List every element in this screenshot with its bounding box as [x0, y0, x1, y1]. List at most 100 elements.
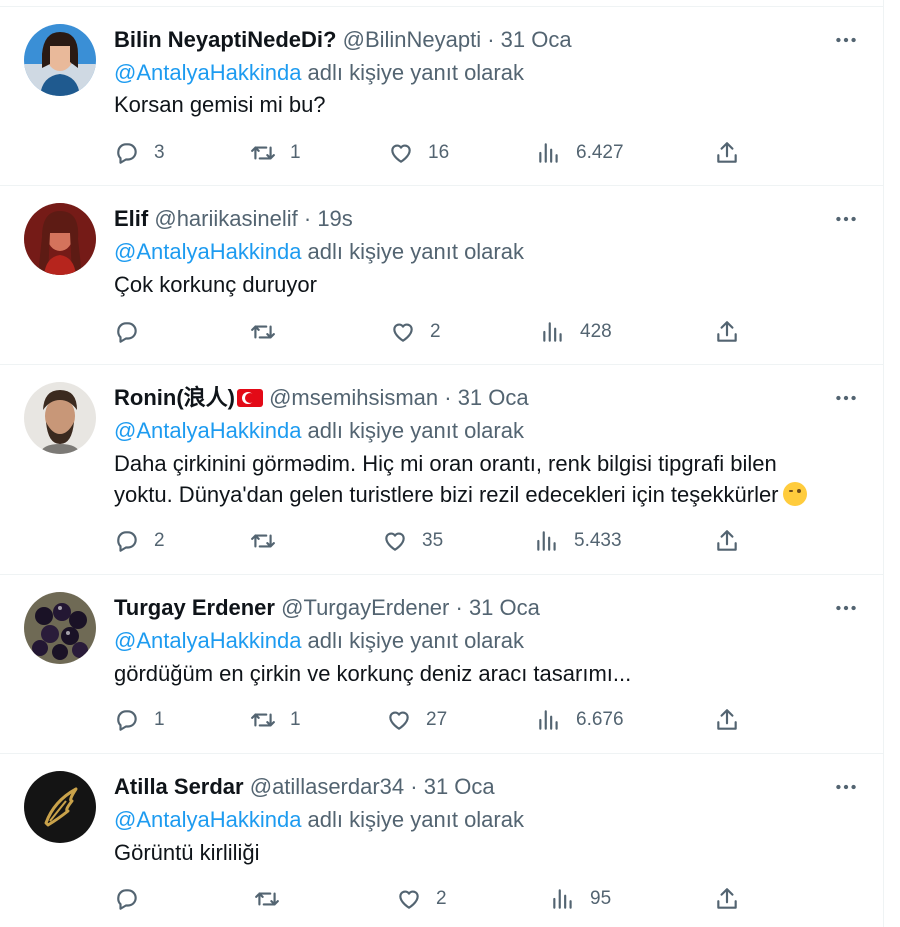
like-icon [393, 323, 413, 342]
author-handle[interactable]: @atillaserdar34 [250, 774, 404, 799]
retweet-icon [255, 892, 279, 906]
mention-link[interactable]: @AntalyaHakkinda [114, 807, 301, 832]
reply-button[interactable]: 3 [114, 138, 165, 168]
reply-context-label: adlı kişiye yanıt olarak [301, 418, 524, 443]
reply-button[interactable]: 1 [114, 705, 165, 735]
author-handle[interactable]: @hariikasinelif [154, 206, 297, 231]
author-name[interactable]: Bilin NeyaptiNedeDi? [114, 27, 336, 52]
mention-link[interactable]: @AntalyaHakkinda [114, 60, 301, 85]
retweet-button[interactable]: 1 [250, 705, 301, 735]
tweet-text: gördüğüm en çirkin ve korkunç deniz arac… [114, 658, 823, 689]
retweet-button[interactable] [250, 526, 290, 556]
avatar[interactable] [24, 24, 96, 96]
tweet-header: Elif @hariikasinelif · 19s [114, 204, 813, 234]
like-count: 35 [422, 530, 444, 551]
author-handle[interactable]: @BilinNeyapti [343, 27, 482, 52]
like-icon [399, 890, 419, 909]
avatar[interactable] [24, 592, 96, 664]
views-button[interactable]: 428 [540, 317, 612, 347]
author-handle[interactable]: @msemihsisman [269, 385, 438, 410]
author-name[interactable]: Elif [114, 206, 148, 231]
tweet[interactable]: Bilin NeyaptiNedeDi? @BilinNeyapti · 31 … [0, 7, 883, 186]
share-icon [717, 888, 737, 909]
reply-button[interactable] [114, 884, 154, 914]
share-icon [717, 321, 737, 342]
avatar[interactable] [24, 203, 96, 275]
author-handle[interactable]: @TurgayErdener [281, 595, 449, 620]
author-name[interactable]: Atilla Serdar [114, 774, 244, 799]
like-button[interactable]: 2 [396, 884, 447, 914]
mention-link[interactable]: @AntalyaHakkinda [114, 628, 301, 653]
timestamp[interactable]: 31 Oca [501, 27, 572, 52]
mention-link[interactable]: @AntalyaHakkinda [114, 418, 301, 443]
like-icon [389, 711, 409, 730]
more-icon[interactable] [833, 774, 859, 800]
tweet-text-line: yoktu. Dünya'dan gelen turistlere bizi r… [114, 479, 823, 510]
views-button[interactable]: 6.427 [536, 138, 624, 168]
tweet[interactable]: Turgay Erdener @TurgayErdener · 31 Oca @… [0, 575, 883, 754]
retweet-icon [251, 146, 275, 160]
share-button[interactable] [714, 705, 740, 735]
reply-count: 3 [154, 142, 165, 163]
retweet-button[interactable]: 1 [250, 138, 301, 168]
more-icon[interactable] [833, 206, 859, 232]
share-button[interactable] [714, 884, 740, 914]
share-icon [717, 709, 737, 730]
share-button[interactable] [714, 317, 740, 347]
share-icon [717, 530, 737, 551]
like-button[interactable]: 35 [382, 526, 443, 556]
retweet-button[interactable] [254, 884, 294, 914]
action-bar: 2 35 5.433 [114, 526, 859, 556]
share-button[interactable] [714, 526, 740, 556]
views-button[interactable]: 5.433 [534, 526, 622, 556]
reply-context-label: adlı kişiye yanıt olarak [301, 807, 524, 832]
reply-button[interactable]: 2 [114, 526, 165, 556]
more-icon[interactable] [833, 595, 859, 621]
reply-context: @AntalyaHakkinda adlı kişiye yanıt olara… [114, 237, 524, 267]
tweet[interactable]: Atilla Serdar @atillaserdar34 · 31 Oca @… [0, 754, 883, 927]
like-count: 2 [436, 888, 447, 909]
retweet-button[interactable] [250, 317, 290, 347]
author-name[interactable]: Turgay Erdener [114, 595, 275, 620]
retweet-count: 1 [290, 142, 301, 163]
timestamp[interactable]: 31 Oca [458, 385, 529, 410]
views-button[interactable]: 6.676 [536, 705, 624, 735]
timestamp[interactable]: 31 Oca [469, 595, 540, 620]
timestamp[interactable]: 19s [317, 206, 352, 231]
tweet-text: Görüntü kirliliği [114, 837, 823, 868]
reply-timeline: Bilin NeyaptiNedeDi? @BilinNeyapti · 31 … [0, 0, 884, 927]
retweet-icon [251, 534, 275, 548]
reply-context: @AntalyaHakkinda adlı kişiye yanıt olara… [114, 626, 524, 656]
views-button[interactable]: 95 [550, 884, 611, 914]
reply-button[interactable] [114, 317, 154, 347]
separator-dot: · [449, 595, 469, 620]
tweet[interactable]: Ronin(浪人) @msemihsisman · 31 Oca @Antaly… [0, 365, 883, 575]
reply-context-label: adlı kişiye yanıt olarak [301, 628, 524, 653]
avatar[interactable] [24, 771, 96, 843]
timestamp[interactable]: 31 Oca [424, 774, 495, 799]
reply-context: @AntalyaHakkinda adlı kişiye yanıt olara… [114, 416, 524, 446]
like-button[interactable]: 2 [390, 317, 441, 347]
avatar[interactable] [24, 382, 96, 454]
turkey-flag-icon [236, 389, 263, 407]
retweet-icon [251, 713, 275, 727]
like-button[interactable]: 16 [388, 138, 449, 168]
more-icon[interactable] [833, 385, 859, 411]
tweet-text: Korsan gemisi mi bu? [114, 89, 823, 120]
views-icon [539, 143, 558, 163]
more-icon[interactable] [833, 27, 859, 53]
reply-count: 1 [154, 709, 165, 730]
view-count: 6.676 [576, 709, 624, 730]
tweet-header: Ronin(浪人) @msemihsisman · 31 Oca [114, 383, 813, 413]
tweet-text: Daha çirkinini görmədim. Hiç mi oran ora… [114, 448, 823, 510]
like-button[interactable]: 27 [386, 705, 447, 735]
reply-icon [117, 143, 137, 164]
separator-dot: · [297, 206, 318, 231]
reply-icon [117, 710, 137, 731]
tweet[interactable]: Elif @hariikasinelif · 19s @AntalyaHakki… [0, 186, 883, 365]
mention-link[interactable]: @AntalyaHakkinda [114, 239, 301, 264]
share-button[interactable] [714, 138, 740, 168]
tweet-text-line: Çok korkunç duruyor [114, 272, 317, 297]
tweet-header: Atilla Serdar @atillaserdar34 · 31 Oca [114, 772, 813, 802]
author-name[interactable]: Ronin(浪人) [114, 385, 235, 410]
